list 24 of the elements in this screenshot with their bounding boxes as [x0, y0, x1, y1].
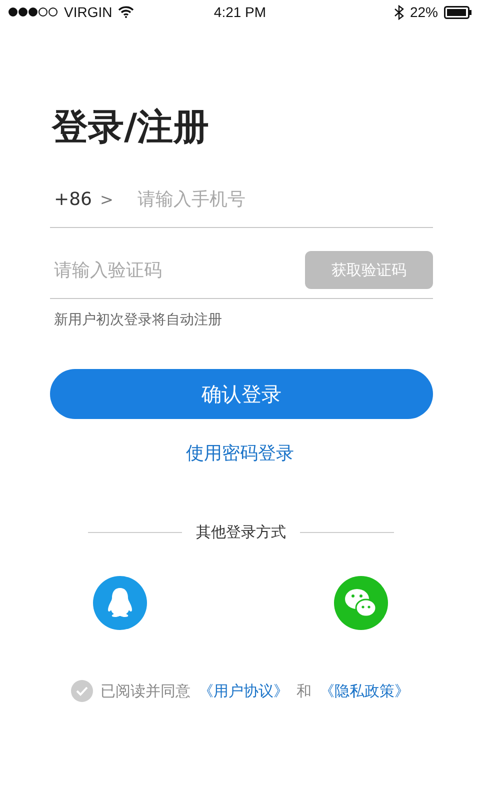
register-hint: 新用户初次登录将自动注册: [54, 311, 223, 330]
country-code[interactable]: +86: [50, 188, 92, 210]
carrier-name: VIRGIN: [64, 4, 112, 20]
privacy-policy-link[interactable]: 《隐私政策》: [320, 682, 410, 701]
battery-icon: [444, 6, 472, 18]
login-button[interactable]: 确认登录: [50, 369, 433, 420]
other-methods-label: 其他登录方式: [196, 523, 286, 542]
check-icon: [76, 686, 88, 696]
wifi-icon: [118, 6, 134, 18]
bluetooth-icon: [394, 4, 404, 20]
agreement-joiner: 和: [296, 682, 312, 701]
user-agreement-link[interactable]: 《用户协议》: [198, 682, 288, 701]
signal-icon: [8, 7, 58, 17]
agree-checkbox[interactable]: [70, 680, 92, 702]
agreement-text: 已阅读并同意: [100, 682, 190, 701]
password-login-link[interactable]: 使用密码登录: [186, 441, 294, 466]
code-input[interactable]: 请输入验证码: [50, 260, 297, 281]
chevron-text: >: [100, 190, 114, 209]
status-time: 4:21 PM: [214, 4, 266, 20]
penguin-login-button[interactable]: [93, 576, 147, 630]
phone-input[interactable]: 请输入手机号: [133, 188, 433, 210]
chat-login-button[interactable]: [334, 576, 388, 630]
battery-percent: 22%: [410, 4, 438, 20]
page-title: 登录/注册: [52, 106, 210, 150]
